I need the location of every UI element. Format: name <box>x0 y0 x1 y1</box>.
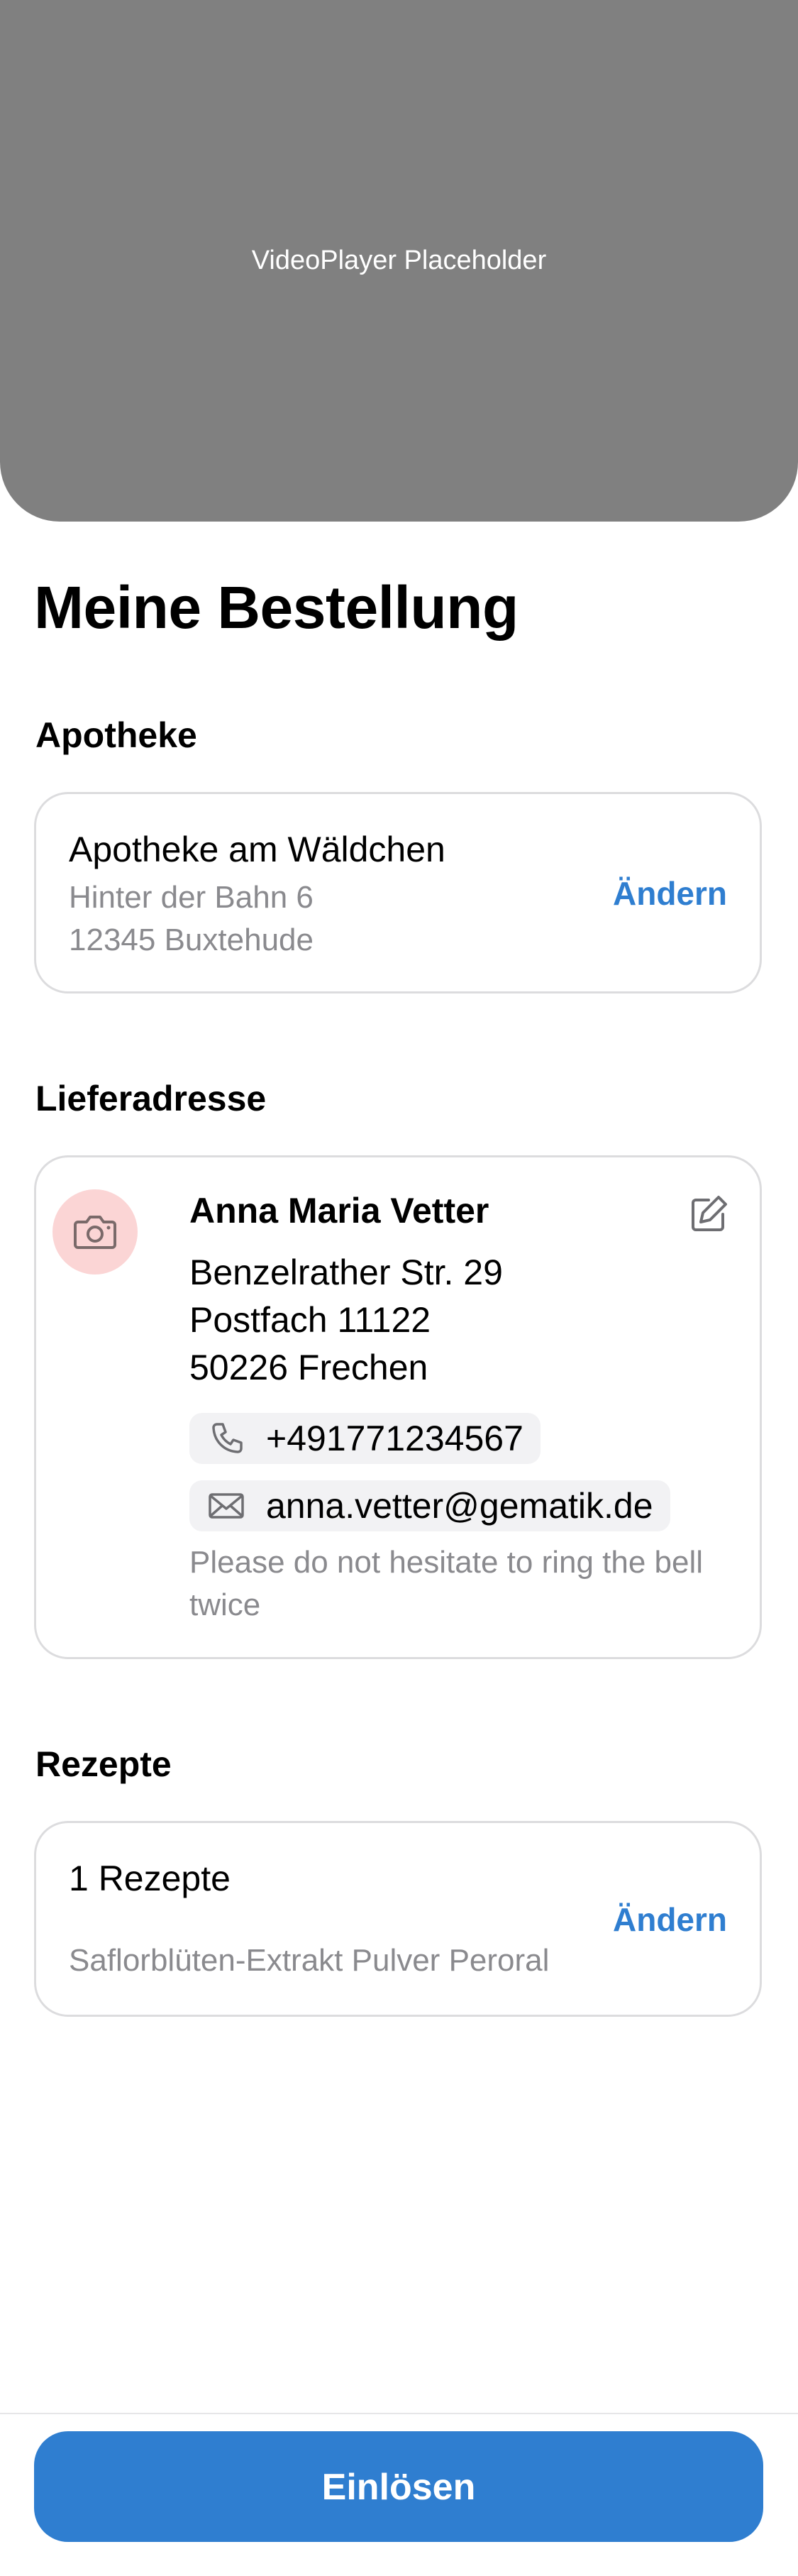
edit-icon[interactable] <box>687 1193 730 1235</box>
pharmacy-name: Apotheke am Wäldchen <box>69 830 445 869</box>
mail-icon <box>208 1487 245 1524</box>
phone-number: +491771234567 <box>266 1419 523 1458</box>
video-player[interactable]: VideoPlayer Placeholder <box>0 0 798 522</box>
camera-icon <box>74 1216 116 1249</box>
page-title: Meine Bestellung <box>34 574 519 641</box>
phone-chip[interactable]: +491771234567 <box>189 1413 541 1464</box>
section-title-prescriptions: Rezepte <box>35 1744 172 1784</box>
section-title-delivery: Lieferadresse <box>35 1079 267 1118</box>
email-chip[interactable]: anna.vetter@gematik.de <box>189 1480 670 1531</box>
change-prescriptions-button[interactable]: Ändern <box>613 1900 727 1939</box>
bottom-divider <box>0 2413 798 2414</box>
prescription-item: Saflorblüten-Extrakt Pulver Peroral <box>69 1943 550 1978</box>
phone-icon <box>208 1420 245 1457</box>
email-address: anna.vetter@gematik.de <box>266 1486 653 1526</box>
delivery-note: Please do not hesitate to ring the bell … <box>189 1545 704 1622</box>
submit-button[interactable]: Einlösen <box>34 2431 763 2542</box>
pharmacy-street: Hinter der Bahn 6 <box>69 880 314 915</box>
avatar[interactable] <box>52 1189 138 1275</box>
section-title-pharmacy: Apotheke <box>35 715 197 755</box>
recipient-name: Anna Maria Vetter <box>189 1191 489 1231</box>
pharmacy-city: 12345 Buxtehude <box>69 923 314 957</box>
prescriptions-card: 1 Rezepte Saflorblüten-Extrakt Pulver Pe… <box>34 1821 762 2017</box>
video-placeholder-label: VideoPlayer Placeholder <box>251 246 547 275</box>
address-po-box: Postfach 11122 <box>189 1300 431 1340</box>
delivery-card: Anna Maria Vetter Benzelrather Str. 29 P… <box>34 1155 762 1659</box>
change-pharmacy-button[interactable]: Ändern <box>613 874 727 913</box>
prescription-count: 1 Rezepte <box>69 1859 231 1898</box>
address-city: 50226 Frechen <box>189 1348 428 1387</box>
address-street: Benzelrather Str. 29 <box>189 1253 503 1292</box>
pharmacy-card: Apotheke am Wäldchen Hinter der Bahn 6 1… <box>34 792 762 993</box>
